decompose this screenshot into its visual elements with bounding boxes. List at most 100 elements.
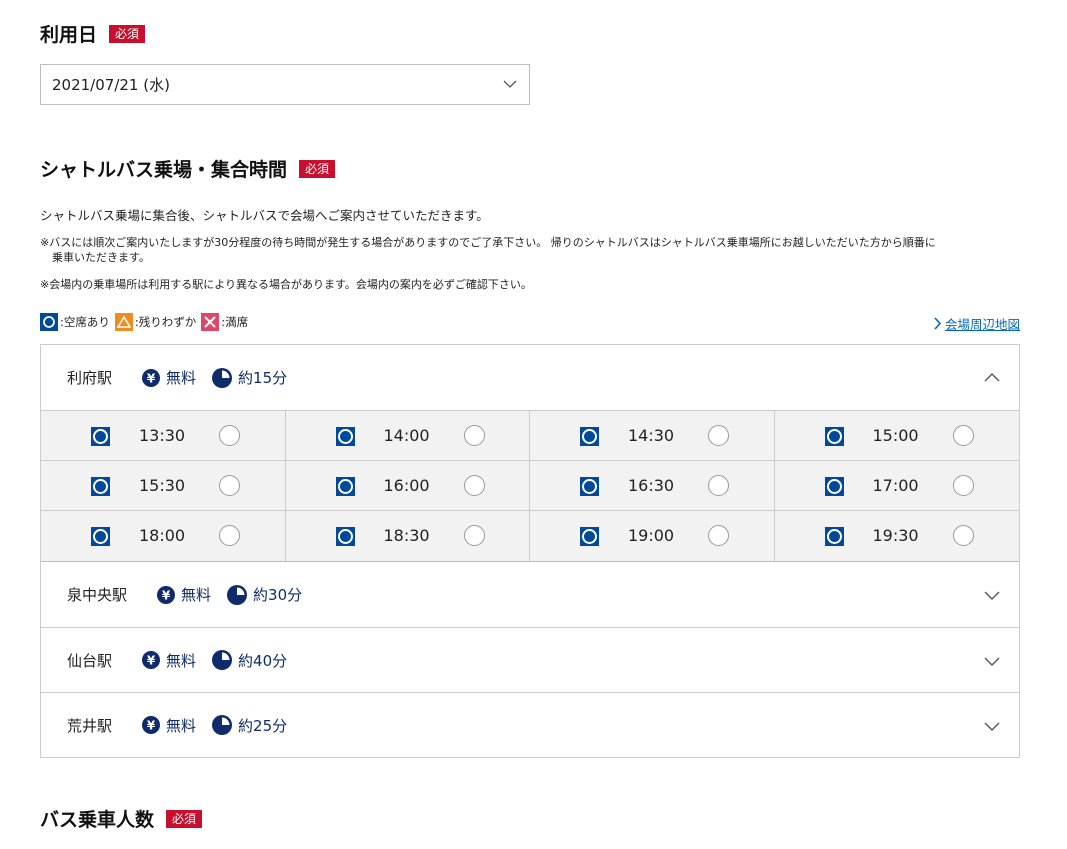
time-slot[interactable]: 16:30	[530, 461, 775, 511]
time-slot[interactable]: 18:00	[41, 511, 286, 561]
duration-badge: 約25分	[212, 715, 287, 736]
fare-text: 無料	[166, 651, 197, 670]
station-name: 利府駅	[67, 369, 113, 387]
fare-text: 無料	[181, 586, 212, 604]
time-slot[interactable]: 15:00	[774, 411, 1019, 461]
passenger-section-title: バス乗車人数 必須	[40, 805, 203, 832]
yen-icon: ¥	[142, 651, 161, 669]
svg-text:¥: ¥	[147, 371, 156, 385]
time-slot-radio[interactable]	[952, 425, 974, 446]
chevron-up-icon	[984, 373, 1000, 382]
time-slot-grid: 13:30 14:00 14:30 15:00 15:30 16:00 16:3…	[41, 410, 1019, 562]
time-slot-radio[interactable]	[952, 475, 974, 496]
chevron-right-icon	[934, 317, 942, 330]
available-icon	[580, 527, 599, 546]
time-slot-radio[interactable]	[952, 525, 974, 546]
time-slot-label: 14:30	[628, 426, 675, 445]
time-slot[interactable]: 19:30	[775, 511, 1020, 561]
legend-full-label: :満席	[221, 315, 249, 329]
venue-map-link-label: 会場周辺地図	[944, 317, 1020, 332]
time-slot[interactable]: 13:30	[41, 411, 286, 461]
time-slot-label: 15:00	[872, 426, 919, 445]
duration-badge: 約15分	[212, 367, 287, 388]
shuttle-note-pickup: ※会場内の乗車場所は利用する駅により異なる場合があります。会場内の案内を必ずご確…	[40, 278, 532, 291]
fare-badge: ¥ 無料	[142, 715, 196, 736]
time-slot[interactable]: 19:00	[530, 511, 775, 561]
time-slot-radio[interactable]	[219, 475, 240, 496]
fare-text: 無料	[166, 716, 197, 735]
clock-icon	[227, 584, 248, 605]
time-slot-label: 19:30	[872, 526, 919, 545]
shuttle-title-text: シャトルバス乗場・集合時間	[40, 159, 288, 181]
time-slot-label: 16:30	[628, 476, 675, 495]
legend-few: :残りわずか	[114, 313, 197, 331]
legend-available-label: :空席あり	[60, 315, 110, 329]
yen-icon: ¥	[157, 585, 176, 604]
duration-text: 約30分	[253, 586, 303, 604]
time-slot-radio[interactable]	[219, 425, 240, 446]
time-slot[interactable]: 14:00	[285, 411, 530, 461]
available-icon	[40, 313, 58, 331]
time-slot-label: 17:00	[872, 476, 919, 495]
time-slot-radio[interactable]	[708, 475, 729, 496]
chevron-down-icon	[984, 657, 1000, 666]
available-icon	[335, 527, 355, 546]
full-icon	[201, 313, 220, 331]
available-icon	[91, 527, 110, 546]
chevron-down-icon	[984, 722, 1000, 731]
available-icon	[824, 477, 844, 496]
available-icon	[580, 477, 599, 496]
required-badge: 必須	[166, 809, 203, 828]
time-slot[interactable]: 15:30	[41, 461, 286, 511]
time-slot-radio[interactable]	[708, 425, 729, 446]
station-name: 仙台駅	[67, 651, 113, 670]
available-icon	[824, 427, 844, 446]
venue-map-link[interactable]: 会場周辺地図	[933, 314, 1020, 333]
station-header-rifu[interactable]: 利府駅 ¥ 無料 約15分	[41, 345, 1019, 410]
time-slot-label: 18:30	[383, 526, 430, 545]
station-header-sendai[interactable]: 仙台駅 ¥ 無料 約40分	[41, 627, 1019, 692]
svg-text:¥: ¥	[147, 719, 156, 733]
duration-badge: 約30分	[227, 584, 302, 605]
station-name: 泉中央駅	[67, 586, 128, 604]
yen-icon: ¥	[142, 716, 161, 734]
passenger-title-text: バス乗車人数	[40, 809, 155, 831]
date-title-text: 利用日	[40, 24, 98, 46]
shuttle-section-title: シャトルバス乗場・集合時間 必須	[40, 155, 336, 182]
station-name: 荒井駅	[67, 716, 113, 735]
date-select[interactable]: 2021/07/21 (水)	[40, 64, 530, 105]
time-slot-radio[interactable]	[463, 425, 485, 446]
availability-legend: :空席あり :残りわずか :満席	[40, 313, 253, 331]
time-slot[interactable]: 14:30	[530, 411, 775, 461]
time-slot-label: 14:00	[383, 426, 430, 445]
available-icon	[335, 477, 355, 496]
note-line-2: 乗車いただきます。	[52, 251, 150, 264]
time-slot-label: 16:00	[383, 476, 430, 495]
time-slot[interactable]: 17:00	[774, 461, 1019, 511]
svg-text:¥: ¥	[162, 588, 171, 602]
available-icon	[335, 427, 355, 446]
date-select-value: 2021/07/21 (水)	[52, 76, 170, 94]
station-accordion: 利府駅 ¥ 無料 約15分 13:30 14:00 14:30 15:00 15…	[40, 344, 1020, 758]
time-slot-radio[interactable]	[463, 475, 485, 496]
fare-text: 無料	[166, 369, 197, 387]
available-icon	[580, 427, 599, 446]
available-icon	[91, 427, 110, 446]
time-slot-radio[interactable]	[219, 525, 240, 546]
time-slot-radio[interactable]	[463, 525, 485, 546]
duration-text: 約15分	[238, 369, 288, 387]
shuttle-description: シャトルバス乗場に集合後、シャトルバスで会場へご案内させていただきます。	[40, 208, 489, 223]
station-header-izumi-chuo[interactable]: 泉中央駅 ¥ 無料 約30分	[41, 562, 1019, 627]
time-slot-radio[interactable]	[708, 525, 729, 546]
required-badge: 必須	[299, 159, 336, 178]
time-slot[interactable]: 18:30	[286, 511, 530, 561]
legend-full: :満席	[201, 313, 248, 331]
clock-icon	[212, 367, 233, 388]
legend-available: :空席あり	[40, 313, 110, 331]
station-header-arai[interactable]: 荒井駅 ¥ 無料 約25分	[41, 692, 1019, 757]
time-slot[interactable]: 16:00	[285, 461, 530, 511]
legend-few-label: :残りわずか	[134, 315, 197, 329]
duration-badge: 約40分	[212, 650, 287, 671]
clock-icon	[212, 650, 233, 670]
time-slot-label: 18:00	[139, 526, 186, 545]
